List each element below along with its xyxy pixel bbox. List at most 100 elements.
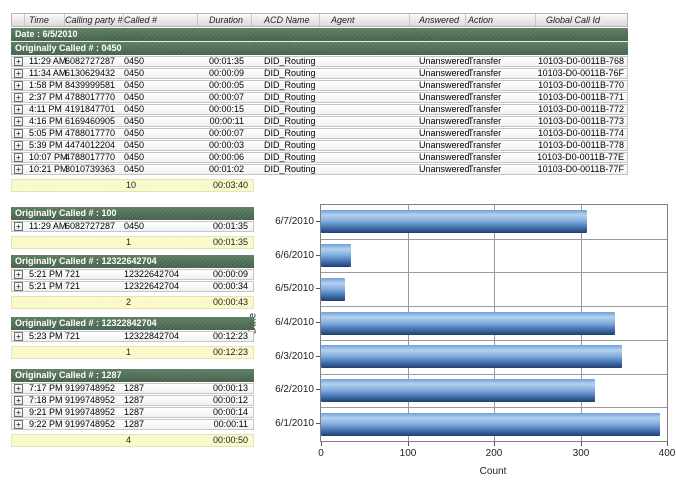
called-cell: 12322842704 <box>124 332 198 341</box>
calling-party-cell: 6082727287 <box>65 222 124 231</box>
duration-cell: 00:12:23 <box>198 332 253 341</box>
group-header-band: Originally Called # : 12322642704 <box>11 255 254 268</box>
expand-cell: + <box>12 332 25 341</box>
called-cell: 12322642704 <box>124 282 198 291</box>
x-axis-title: Count <box>320 466 666 477</box>
y-axis-tick <box>316 389 320 390</box>
summary-duration: 00:12:23 <box>198 347 253 358</box>
group-header-band: Originally Called # : 12322842704 <box>11 317 254 330</box>
x-axis-tick <box>408 442 409 446</box>
x-axis-tick-label: 400 <box>647 448 676 459</box>
time-cell: 9:22 PM <box>25 420 65 429</box>
time-cell: 11:29 AM <box>25 222 65 231</box>
expand-cell: + <box>12 384 25 393</box>
expand-button[interactable]: + <box>14 332 23 341</box>
duration-cell: 00:00:11 <box>198 420 253 429</box>
called-cell: 1287 <box>124 420 198 429</box>
duration-cell: 00:00:14 <box>198 408 253 417</box>
table-row[interactable]: +5:21 PM7211232264270400:00:09 <box>11 269 254 280</box>
duration-cell: 00:00:09 <box>198 270 253 279</box>
duration-cell: 00:01:35 <box>198 222 253 231</box>
time-cell: 7:18 PM <box>25 396 65 405</box>
calling-party-cell: 9199748952 <box>65 420 124 429</box>
group-summary-row: 100:12:23 <box>11 346 254 359</box>
summary-count: 2 <box>124 297 198 308</box>
call-group-section: Originally Called # : 1287+7:17 PM919974… <box>11 369 254 447</box>
table-row[interactable]: +7:18 PM9199748952128700:00:12 <box>11 395 254 406</box>
y-axis-label: 6/4/2010 <box>254 317 314 328</box>
y-axis-label: 6/2/2010 <box>254 384 314 395</box>
chart-plot-area <box>320 204 668 442</box>
called-cell: 1287 <box>124 408 198 417</box>
summary-duration: 00:00:43 <box>198 297 253 308</box>
called-cell: 12322642704 <box>124 270 198 279</box>
chart-bar <box>321 312 615 335</box>
group-header-band: Originally Called # : 100 <box>11 207 254 220</box>
x-axis-tick-label: 200 <box>474 448 514 459</box>
y-axis-label: 6/7/2010 <box>254 216 314 227</box>
x-axis-tick-label: 300 <box>561 448 601 459</box>
group-header-band: Originally Called # : 1287 <box>11 369 254 382</box>
group-summary-row: 100:01:35 <box>11 236 254 249</box>
calling-party-cell: 721 <box>65 282 124 291</box>
table-row[interactable]: +7:17 PM9199748952128700:00:13 <box>11 383 254 394</box>
time-cell: 5:21 PM <box>25 282 65 291</box>
expand-button[interactable]: + <box>14 282 23 291</box>
chart-bar <box>321 413 660 436</box>
table-row[interactable]: +9:21 PM9199748952128700:00:14 <box>11 407 254 418</box>
gridline-horizontal <box>321 407 667 408</box>
y-axis-tick <box>316 322 320 323</box>
group-rows: +7:17 PM9199748952128700:00:13+7:18 PM91… <box>11 383 254 430</box>
summary-count: 1 <box>124 237 198 248</box>
chart-bar <box>321 379 595 402</box>
gridline-horizontal <box>321 272 667 273</box>
y-axis-label: 6/6/2010 <box>254 250 314 261</box>
expand-button[interactable]: + <box>14 270 23 279</box>
expand-cell: + <box>12 396 25 405</box>
y-axis-tick <box>316 255 320 256</box>
expand-button[interactable]: + <box>14 222 23 231</box>
call-group-section: Originally Called # : 12322842704+5:23 P… <box>11 317 254 359</box>
group-rows: +5:23 PM7211232284270400:12:23 <box>11 331 254 342</box>
group-summary-row: 400:00:50 <box>11 434 254 447</box>
summary-duration: 00:00:50 <box>198 435 253 446</box>
duration-cell: 00:00:12 <box>198 396 253 405</box>
expand-button[interactable]: + <box>14 408 23 417</box>
calling-party-cell: 9199748952 <box>65 396 124 405</box>
group-rows: +11:29 AM6082727287045000:01:35 <box>11 221 254 232</box>
x-axis-tick <box>667 442 668 446</box>
y-axis-label: 6/3/2010 <box>254 351 314 362</box>
calling-party-cell: 9199748952 <box>65 408 124 417</box>
time-cell: 7:17 PM <box>25 384 65 393</box>
group-summary-row: 200:00:43 <box>11 296 254 309</box>
chart-bar <box>321 345 622 368</box>
calling-party-cell: 9199748952 <box>65 384 124 393</box>
x-axis-tick <box>494 442 495 446</box>
call-group-section: Originally Called # : 12322642704+5:21 P… <box>11 255 254 309</box>
chart-bar <box>321 210 587 233</box>
calling-party-cell: 721 <box>65 332 124 341</box>
summary-count: 1 <box>124 347 198 358</box>
table-row[interactable]: +9:22 PM9199748952128700:00:11 <box>11 419 254 430</box>
duration-cell: 00:00:13 <box>198 384 253 393</box>
expand-cell: + <box>12 420 25 429</box>
expand-cell: + <box>12 282 25 291</box>
gridline-horizontal <box>321 306 667 307</box>
table-row[interactable]: +11:29 AM6082727287045000:01:35 <box>11 221 254 232</box>
time-cell: 5:23 PM <box>25 332 65 341</box>
called-cell: 1287 <box>124 396 198 405</box>
chart-bar <box>321 278 345 301</box>
time-cell: 5:21 PM <box>25 270 65 279</box>
expand-button[interactable]: + <box>14 396 23 405</box>
expand-button[interactable]: + <box>14 384 23 393</box>
gridline-horizontal <box>321 239 667 240</box>
time-cell: 9:21 PM <box>25 408 65 417</box>
y-axis-tick <box>316 221 320 222</box>
expand-cell: + <box>12 408 25 417</box>
y-axis-tick <box>316 356 320 357</box>
table-row[interactable]: +5:21 PM7211232264270400:00:34 <box>11 281 254 292</box>
expand-button[interactable]: + <box>14 420 23 429</box>
y-axis-tick <box>316 423 320 424</box>
table-row[interactable]: +5:23 PM7211232284270400:12:23 <box>11 331 254 342</box>
y-axis-label: 6/5/2010 <box>254 283 314 294</box>
